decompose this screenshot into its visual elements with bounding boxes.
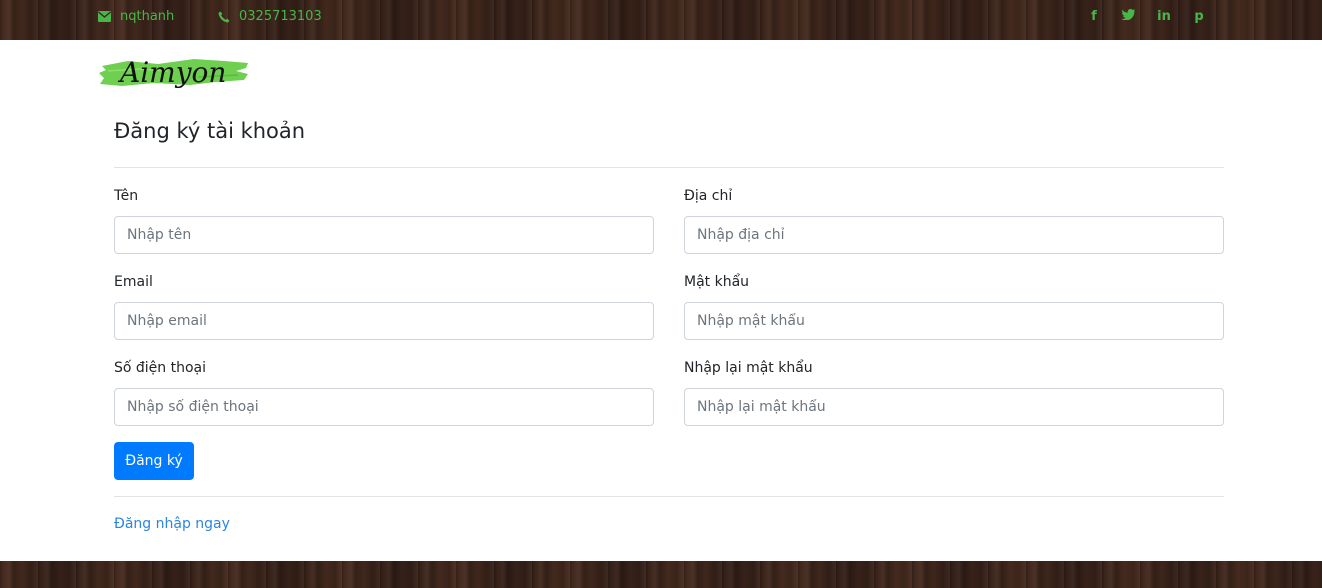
page-title: Đăng ký tài khoản <box>114 119 306 143</box>
address-input[interactable] <box>684 216 1224 254</box>
envelope-icon <box>98 11 111 22</box>
password-input[interactable] <box>684 302 1224 340</box>
divider <box>114 167 1224 168</box>
email-input[interactable] <box>114 302 654 340</box>
phone-icon <box>218 11 230 22</box>
confirm-password-label: Nhập lại mật khẩu <box>684 360 813 376</box>
footer-bar <box>0 561 1322 588</box>
divider <box>114 496 1224 497</box>
logo-text: Aimyon <box>117 56 226 89</box>
name-label: Tên <box>114 188 139 204</box>
twitter-icon[interactable] <box>1119 9 1137 24</box>
email-text: nqthanh <box>120 9 175 24</box>
pinterest-icon[interactable]: p <box>1190 9 1208 24</box>
contact-email[interactable]: nqthanh <box>98 9 174 24</box>
phone-input[interactable] <box>114 388 654 426</box>
logo[interactable]: Aimyon <box>98 52 250 100</box>
contact-phone[interactable]: 0325713103 <box>218 9 322 24</box>
password-label: Mật khẩu <box>684 274 750 290</box>
register-button[interactable]: Đăng ký <box>114 442 194 480</box>
phone-text: 0325713103 <box>239 9 322 24</box>
confirm-password-input[interactable] <box>684 388 1224 426</box>
login-link[interactable]: Đăng nhập ngay <box>114 516 230 532</box>
address-label: Địa chỉ <box>684 188 733 204</box>
logo-graphic: Aimyon <box>99 56 248 89</box>
top-bar: nqthanh 0325713103 f in p <box>0 0 1322 40</box>
facebook-icon[interactable]: f <box>1085 9 1103 24</box>
linkedin-icon[interactable]: in <box>1155 9 1173 24</box>
name-input[interactable] <box>114 216 654 254</box>
phone-label: Số điện thoại <box>114 360 207 376</box>
email-label: Email <box>114 274 153 290</box>
